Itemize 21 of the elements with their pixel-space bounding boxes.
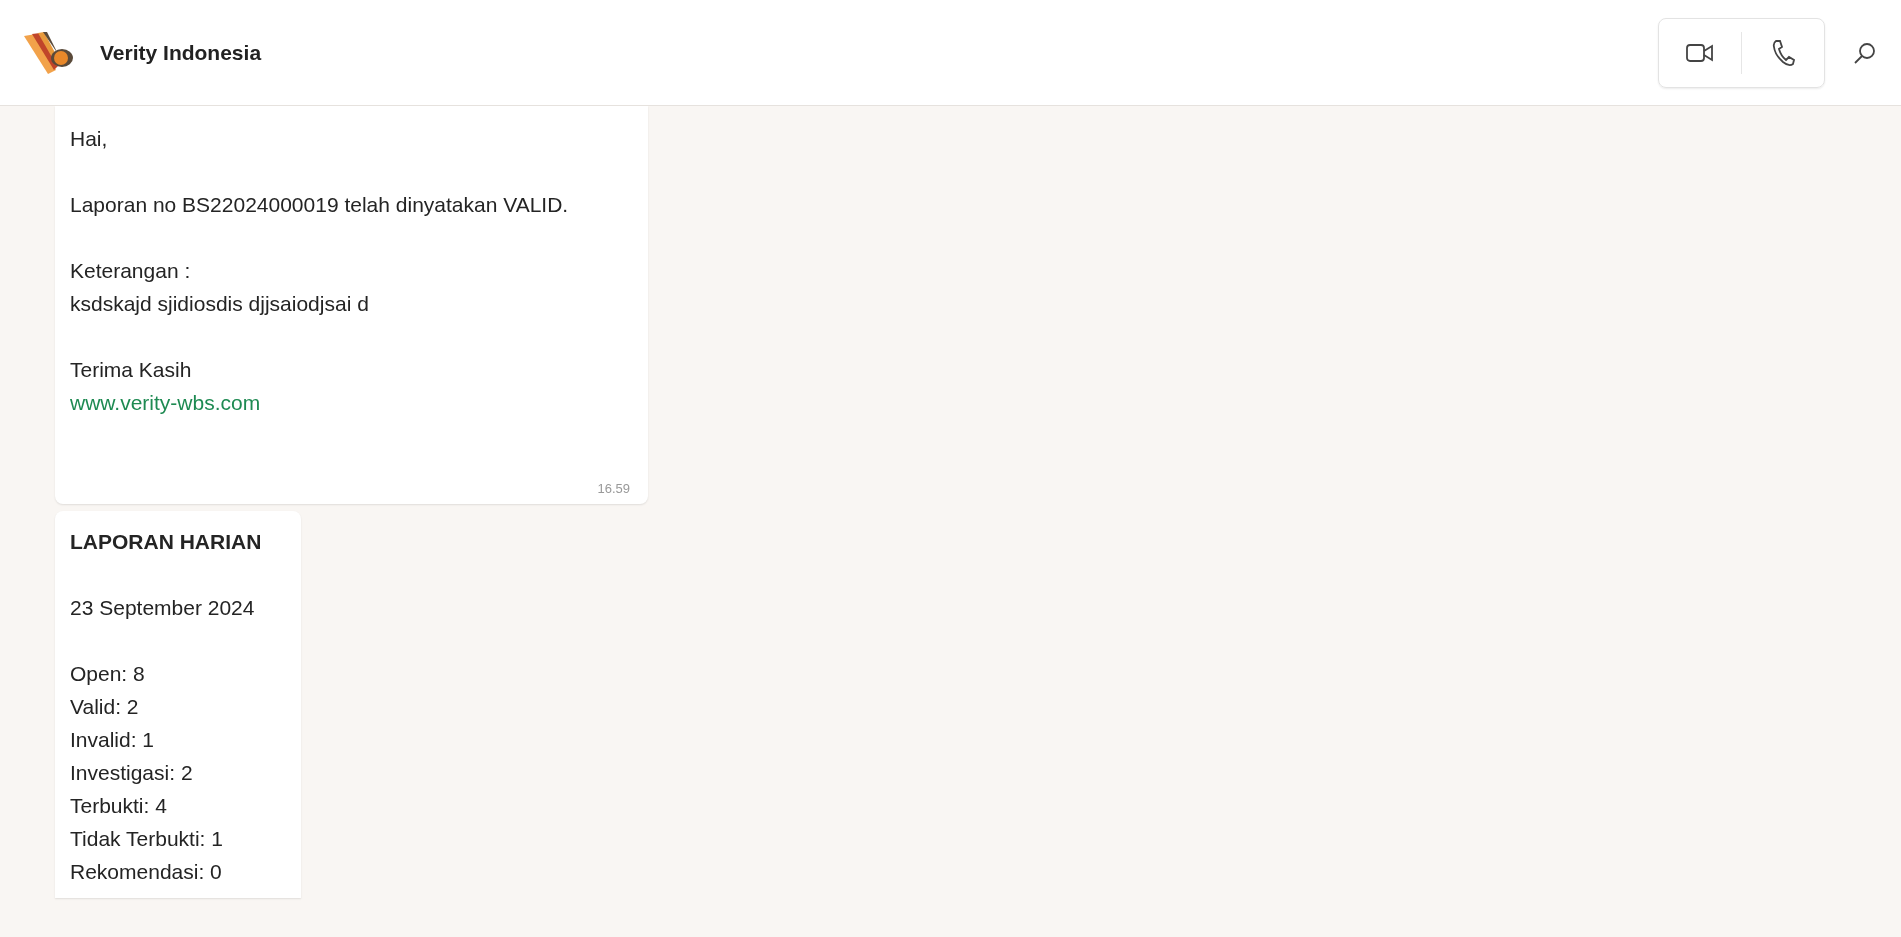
message-text: 23 September 2024 [70, 595, 255, 621]
logo-icon [22, 29, 74, 76]
message-text: Terbukti: 4 [70, 793, 167, 819]
message-text: Invalid: 1 [70, 727, 155, 753]
website-link[interactable]: www.verity-wbs.com [70, 386, 261, 419]
message-text: ksdskajd sjidiosdis djjsaiodjsai d [70, 291, 369, 317]
message-text: Terima Kasih [70, 357, 192, 383]
phone-icon [1771, 38, 1795, 67]
chat-title: Verity Indonesia [100, 40, 263, 65]
message-text: Open: 8 [70, 661, 145, 687]
message-time: 16.59 [597, 481, 630, 496]
message-text: Keterangan : [70, 258, 191, 284]
message-text: Tidak Terbukti: 1 [70, 826, 223, 852]
message-text: Investigasi: 2 [70, 760, 193, 786]
search-icon [1853, 40, 1877, 65]
message-heading: LAPORAN HARIAN [70, 529, 262, 555]
video-camera-icon [1686, 41, 1714, 64]
message-text: Valid: 2 [70, 694, 139, 720]
message-text: Laporan no BS22024000019 telah dinyatakan VALID. [70, 192, 569, 218]
message-text: Rekomendasi: 0 [70, 859, 222, 885]
message-text: Hai, [70, 126, 108, 152]
